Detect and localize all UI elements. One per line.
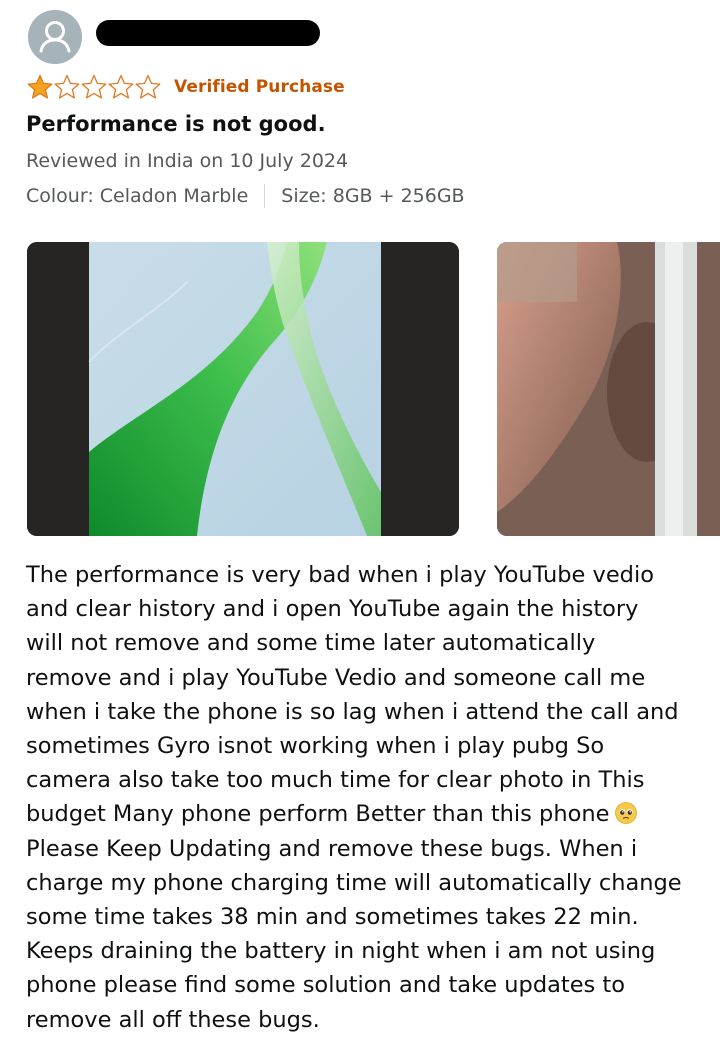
rating-row: Verified Purchase — [27, 74, 345, 100]
review-body-line: will not remove and some time later auto… — [26, 630, 596, 657]
review-body-line: phone please find some solution and take… — [26, 972, 626, 999]
review-title[interactable]: Performance is not good. — [26, 112, 326, 136]
review-photo-1[interactable] — [27, 242, 459, 536]
review-body-line: Keeps draining the battery in night when… — [26, 938, 656, 965]
star-rating — [27, 74, 161, 100]
review-body-line: remove and i play YouTube Vedio and some… — [26, 664, 646, 691]
default-user-avatar-icon — [28, 10, 82, 64]
review-photo-2[interactable] — [497, 242, 720, 536]
pleading-face-emoji-icon — [615, 802, 638, 825]
review-body-line: camera also take too much time for clear… — [26, 767, 645, 794]
review-body: The performance is very bad when i play … — [26, 558, 708, 1037]
hand-holding-phone-photo — [497, 242, 720, 536]
review-body-line: Please Keep Updating and remove these bu… — [26, 835, 638, 862]
verified-purchase-badge: Verified Purchase — [174, 77, 345, 97]
phone-screen-wallpaper-photo — [27, 242, 459, 536]
redacted-reviewer-name — [96, 20, 320, 46]
variant-divider — [264, 184, 266, 208]
variant-colour: Colour: Celadon Marble — [26, 185, 249, 207]
star-empty-icon — [108, 74, 134, 99]
star-empty-icon — [81, 74, 107, 99]
variant-size: Size: 8GB + 256GB — [281, 185, 465, 207]
review-body-line: charge my phone charging time will autom… — [26, 869, 682, 896]
review-body-line: and clear history and i open YouTube aga… — [26, 596, 639, 623]
star-empty-icon — [54, 74, 80, 99]
avatar[interactable] — [28, 10, 82, 64]
review-body-line: remove all off these bugs. — [26, 1006, 320, 1033]
review-body-line-with-emoji: budget Many phone perform Better than th… — [26, 797, 708, 831]
star-filled-icon — [27, 74, 53, 99]
review-body-line: when i take the phone is so lag when i a… — [26, 698, 679, 725]
star-empty-icon — [135, 74, 161, 99]
review-body-line: budget Many phone perform Better than th… — [26, 801, 610, 828]
review-body-line: sometimes Gyro isnot working when i play… — [26, 733, 605, 760]
review-body-line: The performance is very bad when i play … — [26, 562, 654, 588]
review-body-line: some time takes 38 min and sometimes tak… — [26, 904, 639, 931]
reviewer-row[interactable] — [28, 10, 82, 64]
product-variant[interactable]: Colour: Celadon Marble Size: 8GB + 256GB — [26, 184, 465, 208]
review-date: Reviewed in India on 10 July 2024 — [26, 150, 349, 172]
